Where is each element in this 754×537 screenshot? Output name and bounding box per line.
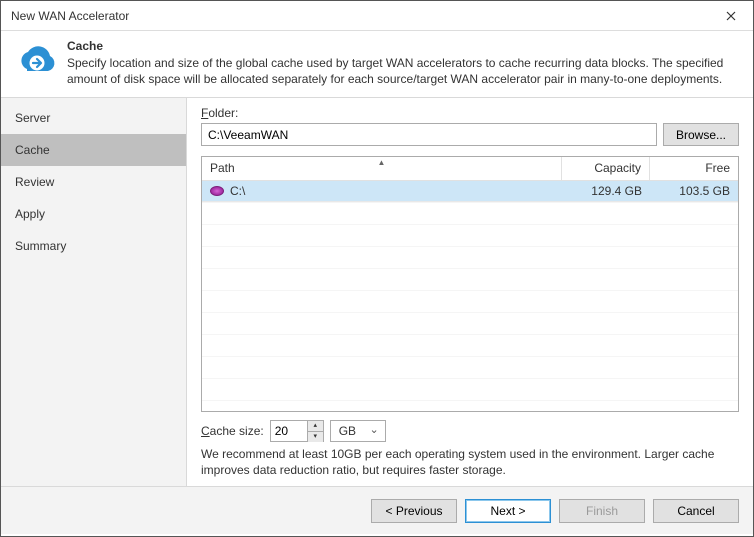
wizard-footer: < Previous Next > Finish Cancel (1, 486, 753, 534)
cache-size-spinner[interactable]: ▴ ▾ (270, 420, 324, 442)
cache-size-row: Cache size: ▴ ▾ GB (201, 420, 739, 442)
header-title: Cache (67, 39, 741, 53)
window-title: New WAN Accelerator (11, 9, 709, 23)
main-panel: Folder: Browse... Path ▲ Capacity Free (187, 98, 753, 486)
close-icon (726, 11, 736, 21)
table-row[interactable]: C:\ 129.4 GB 103.5 GB (202, 181, 738, 202)
drives-grid: Path ▲ Capacity Free C:\ 129.4 GB 103.5 … (201, 156, 739, 412)
grid-header: Path ▲ Capacity Free (202, 157, 738, 181)
sort-ascending-icon: ▲ (378, 158, 386, 167)
wizard-steps: Server Cache Review Apply Summary (1, 98, 187, 486)
cell-path: C:\ (230, 184, 245, 198)
column-capacity[interactable]: Capacity (562, 157, 650, 180)
spinner-up-icon[interactable]: ▴ (308, 421, 323, 432)
cell-free: 103.5 GB (650, 184, 738, 198)
titlebar: New WAN Accelerator (1, 1, 753, 31)
folder-input[interactable] (201, 123, 657, 146)
cache-size-input[interactable] (271, 421, 307, 441)
step-cache[interactable]: Cache (1, 134, 186, 166)
cache-hint: We recommend at least 10GB per each oper… (201, 446, 739, 478)
wizard-header: Cache Specify location and size of the g… (1, 31, 753, 97)
cell-capacity: 129.4 GB (562, 184, 650, 198)
folder-label: Folder: (201, 106, 739, 120)
browse-button[interactable]: Browse... (663, 123, 739, 146)
previous-button[interactable]: < Previous (371, 499, 457, 523)
step-server[interactable]: Server (1, 102, 186, 134)
cloud-accelerator-icon (13, 39, 57, 83)
spinner-down-icon[interactable]: ▾ (308, 432, 323, 442)
header-description: Specify location and size of the global … (67, 55, 741, 87)
column-path[interactable]: Path ▲ (202, 157, 562, 180)
cache-size-label: Cache size: (201, 424, 264, 438)
step-review[interactable]: Review (1, 166, 186, 198)
close-button[interactable] (709, 1, 753, 31)
column-path-label: Path (210, 161, 235, 175)
column-free[interactable]: Free (650, 157, 738, 180)
cancel-button[interactable]: Cancel (653, 499, 739, 523)
grid-body[interactable]: C:\ 129.4 GB 103.5 GB (202, 181, 738, 411)
finish-button: Finish (559, 499, 645, 523)
next-button[interactable]: Next > (465, 499, 551, 523)
disk-icon (210, 186, 224, 196)
cache-size-unit-value: GB (339, 424, 356, 438)
step-apply[interactable]: Apply (1, 198, 186, 230)
step-summary[interactable]: Summary (1, 230, 186, 262)
cache-size-unit-select[interactable]: GB (330, 420, 386, 442)
